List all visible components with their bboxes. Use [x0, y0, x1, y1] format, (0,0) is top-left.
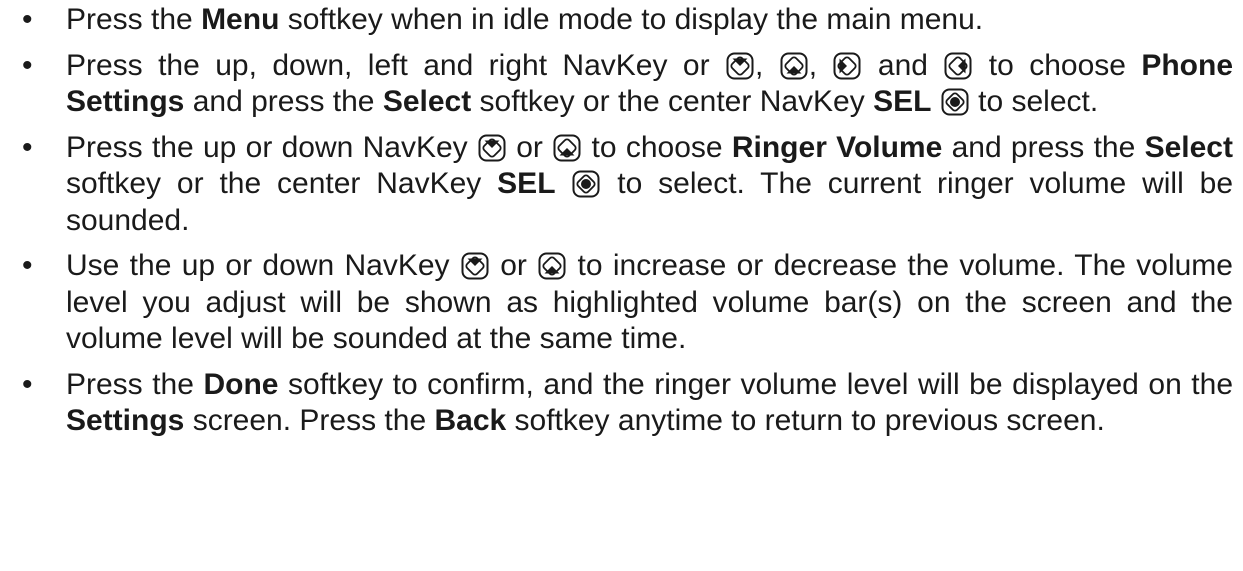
navkey-down-icon	[553, 134, 581, 162]
step-text: to select.	[969, 85, 1099, 118]
select-softkey-label: Select	[1144, 130, 1233, 164]
instruction-list: • Press the Menu softkey when in idle mo…	[0, 2, 1243, 440]
separator-text: or	[506, 130, 553, 164]
navkey-up-icon	[478, 134, 506, 162]
step-text: and press the	[942, 130, 1145, 164]
step-text: softkey to confirm, and the ringer volum…	[278, 367, 1233, 401]
navkey-right-icon	[944, 52, 972, 80]
menu-softkey-label: Menu	[201, 3, 280, 36]
done-softkey-label: Done	[203, 367, 279, 401]
bullet: •	[22, 367, 33, 401]
separator-text: ,	[754, 48, 779, 82]
step-text: Press the up, down, left and right NavKe…	[66, 48, 725, 82]
navkey-left-icon	[833, 52, 861, 80]
step-text: screen. Press the	[184, 404, 435, 437]
sel-key-label: SEL	[873, 85, 932, 118]
step-text: and press the	[184, 85, 383, 118]
navkey-center-icon	[572, 170, 600, 198]
sel-key-label: SEL	[497, 167, 556, 200]
list-item-choose-phone-settings: • Press the up, down, left and right Nav…	[0, 48, 1243, 121]
step-text: to choose	[582, 130, 732, 164]
select-softkey-label: Select	[382, 85, 472, 118]
settings-screen-label: Settings	[66, 404, 185, 437]
step-text: Press the	[66, 3, 202, 36]
step-text: to choose	[973, 48, 1142, 82]
step-text: Press the up or down NavKey	[66, 130, 477, 164]
list-item-adjust-volume: • Use the up or down NavKey or to increa…	[0, 248, 1243, 358]
step-text: softkey or the center NavKey	[66, 167, 498, 200]
step-text: softkey anytime to return to previous sc…	[506, 404, 1105, 437]
step-text: softkey or the center NavKey	[471, 85, 874, 118]
navkey-center-icon	[941, 88, 969, 116]
list-item-confirm-done: • Press the Done softkey to confirm, and…	[0, 367, 1243, 440]
bullet: •	[22, 249, 33, 282]
navkey-down-icon	[780, 52, 808, 80]
bullet: •	[22, 130, 33, 164]
navkey-down-icon	[538, 252, 566, 280]
bullet: •	[22, 3, 33, 36]
ringer-volume-label: Ringer Volume	[731, 130, 943, 164]
separator-text: and	[862, 48, 944, 82]
step-text: Use the up or down NavKey	[66, 249, 460, 282]
bullet: •	[22, 48, 33, 82]
navkey-up-icon	[461, 252, 489, 280]
list-item-choose-ringer-volume: • Press the up or down NavKey or to choo…	[0, 130, 1243, 240]
step-text: Press the	[66, 367, 204, 401]
instruction-document: • Press the Menu softkey when in idle mo…	[0, 0, 1243, 571]
separator-text: ,	[808, 48, 833, 82]
step-text: softkey when in idle mode to display the…	[279, 3, 984, 36]
list-item-open-menu: • Press the Menu softkey when in idle mo…	[0, 2, 1243, 39]
navkey-up-icon	[726, 52, 754, 80]
back-softkey-label: Back	[434, 404, 507, 437]
separator-text: or	[489, 249, 538, 282]
